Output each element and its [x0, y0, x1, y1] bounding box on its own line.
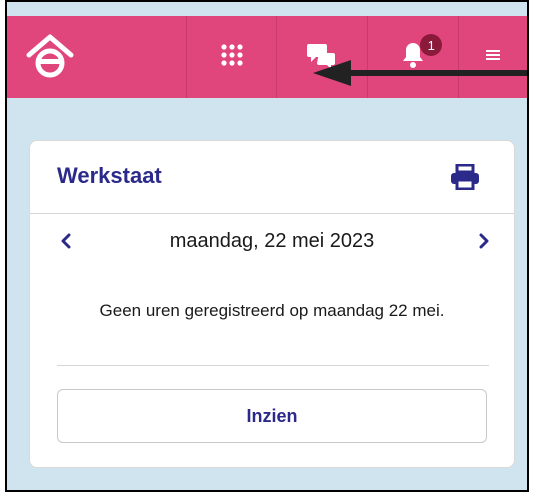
messages-button[interactable] [277, 16, 369, 98]
view-button[interactable]: Inzien [57, 389, 487, 443]
hamburger-menu-icon [486, 48, 501, 66]
grid-dots-icon [219, 42, 245, 73]
top-navigation-bar: 1 [7, 16, 527, 98]
werkstaat-card: Werkstaat maandag, 22 mei 2023 Geen uren… [29, 140, 515, 468]
app-frame: 1 Werkstaat maandag, 22 mei 2023 Geen ur… [5, 0, 529, 492]
chat-bubbles-icon [307, 41, 337, 74]
notification-count-badge: 1 [420, 34, 443, 56]
divider [57, 365, 489, 366]
printer-icon [450, 163, 480, 195]
card-title: Werkstaat [57, 163, 162, 188]
empty-state-message: Geen uren geregistreerd op maandag 22 me… [99, 301, 445, 320]
notifications-button[interactable]: 1 [368, 16, 460, 98]
date-navigation: maandag, 22 mei 2023 [30, 227, 514, 261]
card-header: Werkstaat [30, 141, 514, 214]
home-logo-icon [25, 31, 75, 84]
next-day-button[interactable] [472, 231, 496, 255]
print-button[interactable] [448, 163, 482, 195]
chevron-right-icon [478, 233, 490, 254]
current-date: maandag, 22 mei 2023 [169, 230, 375, 252]
menu-button[interactable] [459, 16, 527, 98]
apps-grid-button[interactable] [187, 16, 278, 98]
home-button[interactable] [7, 16, 187, 98]
